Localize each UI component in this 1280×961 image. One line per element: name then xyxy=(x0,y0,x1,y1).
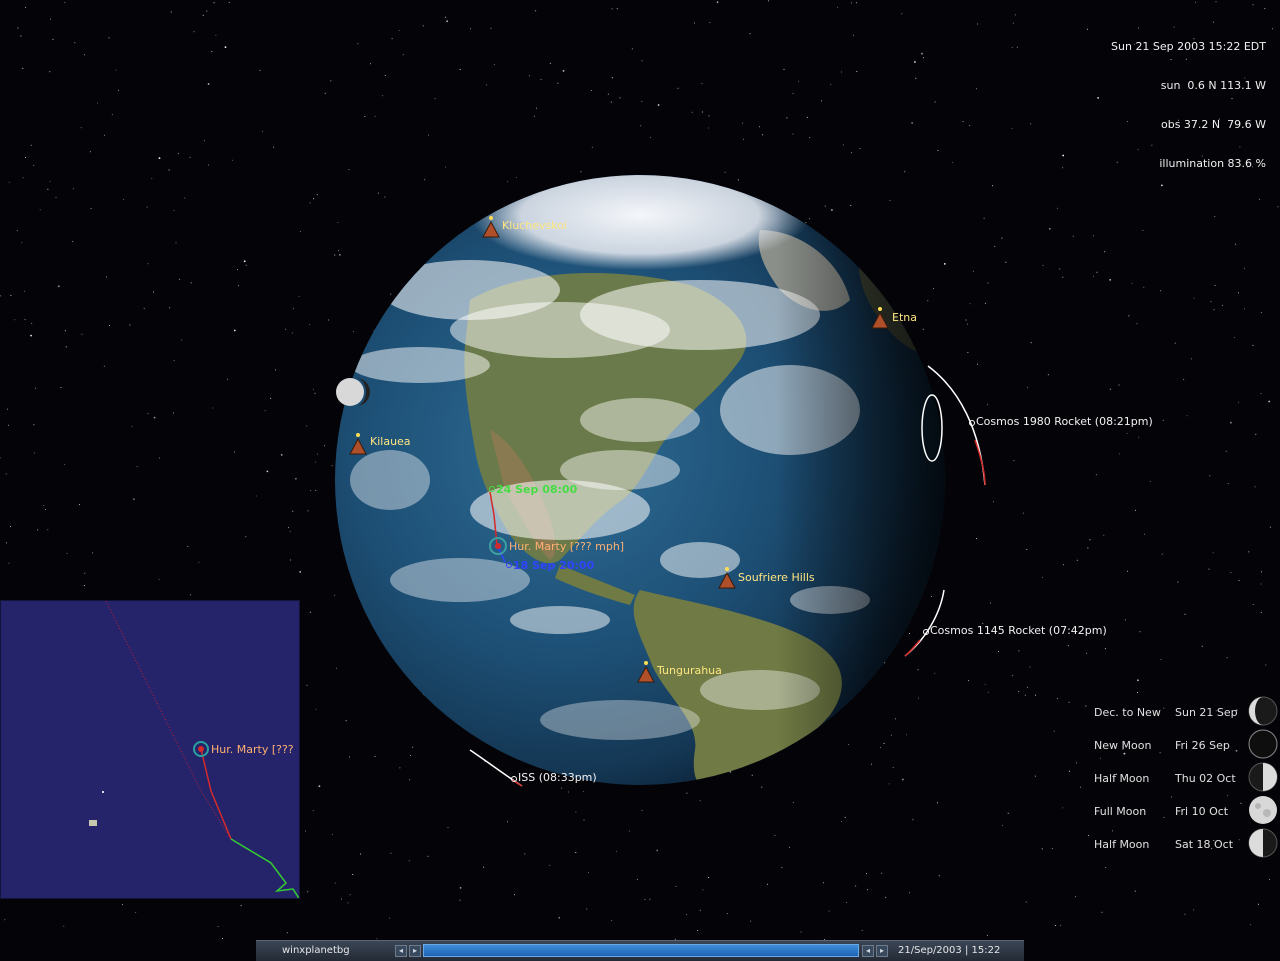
volcano-label-kluchevskoi: Kluchevskoi xyxy=(502,219,568,232)
satellite-label-cosmos-1980: Cosmos 1980 Rocket (08:21pm) xyxy=(976,415,1153,428)
volcano-label-etna: Etna xyxy=(892,311,917,324)
taskbar: winxplanetbg ◂ ▸ ◂ ▸ 21/Sep/2003 | 15:22 xyxy=(256,940,1024,961)
moon-phase-name: Half Moon xyxy=(1094,772,1150,785)
inset-hurricane-icon xyxy=(193,741,209,757)
track-end-label: 18 Sep 20:00 xyxy=(513,559,595,572)
moon-phase-row: Full Moon Fri 10 Oct xyxy=(1094,794,1280,827)
inset-island-small xyxy=(102,791,104,793)
moon-phase-row: Dec. to New Sun 21 Sep xyxy=(1094,695,1280,728)
satellite-label-iss: ISS (08:33pm) xyxy=(518,771,597,784)
moon-phase-date: Thu 02 Oct xyxy=(1175,772,1236,785)
last-quarter-moon-icon xyxy=(1248,828,1278,858)
hurricane-inset-map: Hur. Marty [??? xyxy=(0,600,300,899)
moon-phase-name: Dec. to New xyxy=(1094,706,1161,719)
moon-phase-row: Half Moon Thu 02 Oct xyxy=(1094,761,1280,794)
satellite-label-cosmos-1145: Cosmos 1145 Rocket (07:42pm) xyxy=(930,624,1107,637)
taskbar-clock: 21/Sep/2003 | 15:22 xyxy=(898,945,1001,956)
taskbar-next-button[interactable]: ▸ xyxy=(409,945,421,957)
full-moon-icon xyxy=(1249,796,1277,824)
new-moon-icon xyxy=(1248,729,1278,759)
volcano-label-soufriere-hills: Soufriere Hills xyxy=(738,571,815,584)
moon-phase-name: Full Moon xyxy=(1094,805,1147,818)
moon-phase-row: Half Moon Sat 18 Oct xyxy=(1094,827,1280,860)
taskbar-prev-button[interactable]: ◂ xyxy=(395,945,407,957)
taskbar-window-bar[interactable] xyxy=(423,944,859,957)
moon-phase-name: New Moon xyxy=(1094,739,1152,752)
taskbar-next-button-2[interactable]: ▸ xyxy=(876,945,888,957)
taskbar-app-title[interactable]: winxplanetbg xyxy=(282,945,350,956)
inset-track-red xyxy=(200,748,232,840)
waning-crescent-moon-icon xyxy=(1248,696,1278,726)
volcano-label-kilauea: Kilauea xyxy=(370,435,411,448)
volcano-label-tungurahua: Tungurahua xyxy=(657,664,722,677)
moon-phase-date: Fri 26 Sep xyxy=(1175,739,1230,752)
inset-forecast-track xyxy=(105,601,232,840)
moon-phase-date: Sat 18 Oct xyxy=(1175,838,1234,851)
moon-phase-date: Fri 10 Oct xyxy=(1175,805,1229,818)
inset-hurricane-label: Hur. Marty [??? xyxy=(211,743,294,756)
moon-phase-name: Half Moon xyxy=(1094,838,1150,851)
moon-phase-row: New Moon Fri 26 Sep xyxy=(1094,728,1280,761)
night-shading xyxy=(335,175,945,785)
inset-track-green xyxy=(230,838,299,898)
taskbar-prev-button-2[interactable]: ◂ xyxy=(862,945,874,957)
track-start-label: 24 Sep 08:00 xyxy=(496,483,578,496)
first-quarter-moon-icon xyxy=(1248,762,1278,792)
inset-island xyxy=(89,820,97,826)
moon-phase-date: Sun 21 Sep xyxy=(1175,706,1238,719)
hurricane-label: Hur. Marty [??? mph] xyxy=(509,540,625,553)
